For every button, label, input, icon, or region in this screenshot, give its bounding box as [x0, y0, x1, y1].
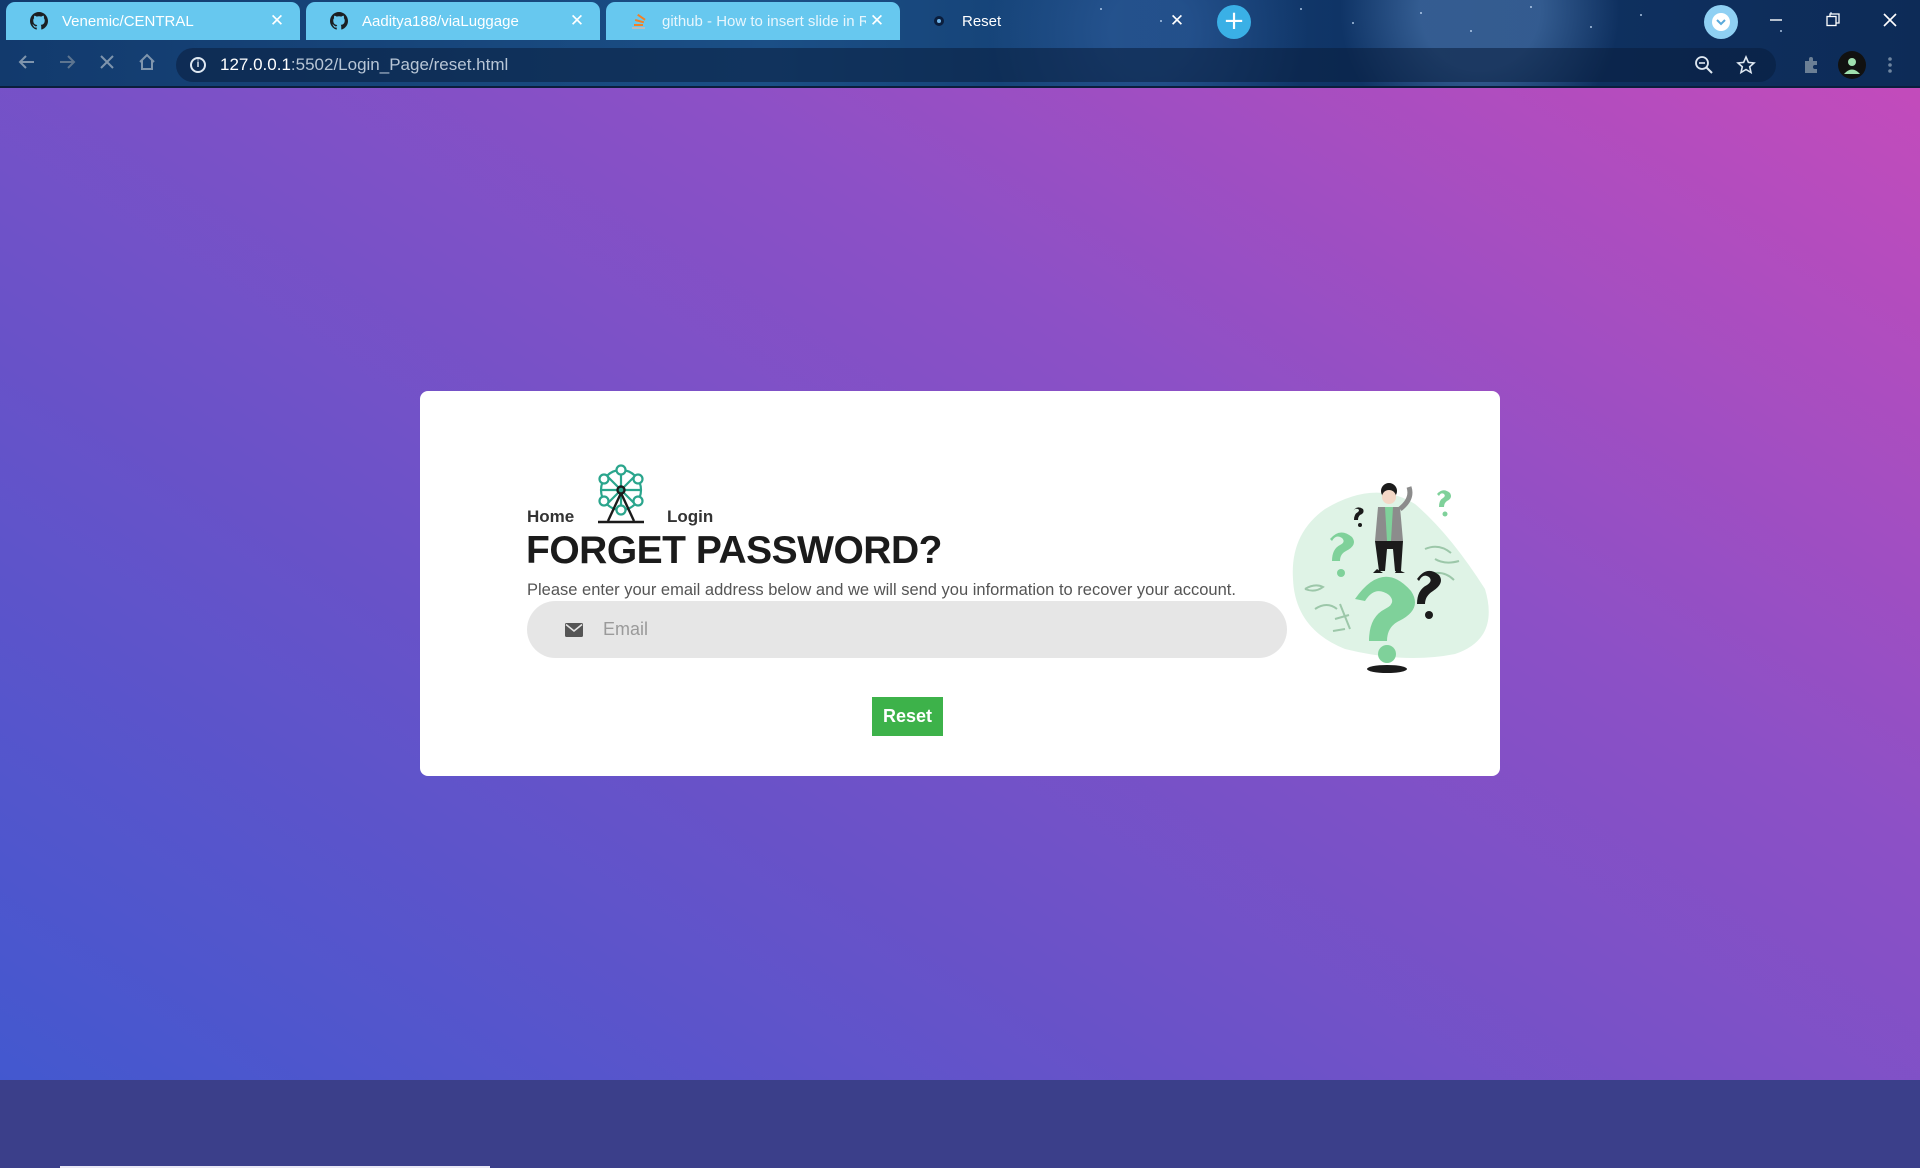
chevron-down-icon [1712, 13, 1730, 31]
reset-card: Home Login FORGET PASSWORD? Please enter… [420, 391, 1500, 776]
tab-title: github - How to insert slide in RE [662, 12, 866, 30]
info-icon[interactable]: i [190, 57, 206, 73]
email-input[interactable] [601, 618, 1205, 641]
zoom-icon[interactable] [1694, 55, 1714, 75]
envelope-icon [565, 622, 583, 637]
github-icon [330, 12, 348, 30]
minimize-icon [1770, 19, 1782, 21]
arrow-right-icon [60, 55, 76, 69]
tab-reset-active[interactable]: Reset ✕ [906, 2, 1200, 40]
page-background: Home Login FORGET PASSWORD? Please enter… [0, 88, 1920, 1168]
reset-button[interactable]: Reset [872, 697, 943, 736]
confused-person-illustration [1292, 483, 1489, 673]
forward-button[interactable] [54, 52, 80, 78]
browser-menu-button[interactable] [1880, 51, 1900, 79]
tab-title: Reset [962, 12, 1002, 30]
bookmark-star-icon[interactable] [1736, 55, 1756, 75]
browser-toolbar: i 127.0.0.1:5502/Login_Page/reset.html [0, 45, 1920, 85]
tab-title: Aaditya188/viaLuggage [362, 12, 519, 30]
avatar-icon [1844, 58, 1860, 74]
back-button[interactable] [14, 52, 40, 78]
nav-login-link[interactable]: Login [667, 507, 713, 527]
nav-home-link[interactable]: Home [527, 507, 574, 527]
home-button[interactable] [134, 52, 160, 78]
tab-vialuggage[interactable]: Aaditya188/viaLuggage ✕ [306, 2, 600, 40]
profile-avatar[interactable] [1838, 51, 1866, 79]
puzzle-icon [1805, 57, 1817, 73]
stackoverflow-icon [630, 12, 648, 30]
tab-stackoverflow[interactable]: github - How to insert slide in RE ✕ [606, 2, 900, 40]
tab-close-button[interactable]: ✕ [266, 11, 288, 31]
tab-close-button[interactable]: ✕ [866, 11, 888, 31]
url-path: :5502/Login_Page/reset.html [290, 55, 509, 74]
browser-chrome: Venemic/CENTRAL ✕ Aaditya188/viaLuggage … [0, 0, 1920, 88]
page-favicon-icon [930, 12, 948, 30]
address-bar[interactable]: i 127.0.0.1:5502/Login_Page/reset.html [176, 48, 1776, 82]
profile-dropdown-button[interactable] [1704, 5, 1738, 39]
email-field-wrapper[interactable] [527, 601, 1287, 658]
new-tab-button[interactable]: + [1217, 5, 1251, 39]
extensions-button[interactable] [1797, 51, 1825, 79]
restore-icon [1826, 13, 1840, 27]
restore-button[interactable] [1805, 2, 1861, 38]
tab-strip: Venemic/CENTRAL ✕ Aaditya188/viaLuggage … [0, 0, 1920, 41]
tab-close-button[interactable]: ✕ [1166, 11, 1188, 31]
url-host: 127.0.0.1 [220, 55, 291, 74]
tab-close-button[interactable]: ✕ [566, 11, 588, 31]
page-title: FORGET PASSWORD? [526, 529, 942, 572]
address-bar-actions [1694, 55, 1756, 75]
tab-title: Venemic/CENTRAL [62, 12, 194, 30]
minimize-button[interactable] [1748, 2, 1804, 38]
arrow-left-icon [18, 55, 34, 69]
close-icon [100, 55, 114, 69]
page-subtitle: Please enter your email address below an… [527, 581, 1236, 599]
kebab-menu-icon [1888, 57, 1892, 73]
close-window-button[interactable] [1862, 2, 1918, 38]
ferris-wheel-logo-icon[interactable] [592, 463, 650, 525]
top-nav: Home Login [527, 463, 827, 526]
home-icon [139, 53, 155, 70]
tab-venemic-central[interactable]: Venemic/CENTRAL ✕ [6, 2, 300, 40]
close-icon [1883, 13, 1897, 27]
github-icon [30, 12, 48, 30]
stop-loading-button[interactable] [94, 52, 120, 78]
